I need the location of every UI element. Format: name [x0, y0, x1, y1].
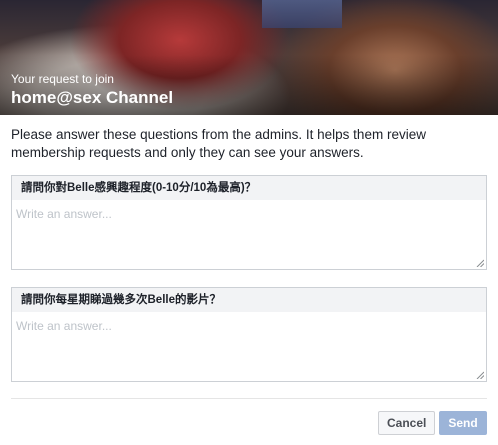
- join-group-dialog: Your request to join home@sex Channel Pl…: [0, 0, 498, 445]
- membership-question-2: 請問你每星期睇過幾多次Belle的影片？: [11, 287, 487, 382]
- admin-questions-intro: Please answer these questions from the a…: [11, 127, 426, 160]
- send-button[interactable]: Send: [439, 411, 487, 435]
- group-cover-header: Your request to join home@sex Channel: [0, 0, 498, 115]
- group-name-title: home@sex Channel: [11, 88, 174, 107]
- membership-question-1: 請問你對Belle感興趣程度(0-10分/10為最高)？: [11, 175, 487, 270]
- cover-photo-detail: [262, 0, 342, 28]
- question-2-label: 請問你每星期睇過幾多次Belle的影片？: [12, 288, 486, 312]
- question-2-answer-input[interactable]: [12, 312, 486, 381]
- footer-divider: [11, 398, 487, 399]
- request-to-join-label: Your request to join: [11, 72, 114, 86]
- cancel-button[interactable]: Cancel: [378, 411, 435, 435]
- question-1-answer-input[interactable]: [12, 200, 486, 269]
- question-1-label: 請問你對Belle感興趣程度(0-10分/10為最高)？: [12, 176, 486, 200]
